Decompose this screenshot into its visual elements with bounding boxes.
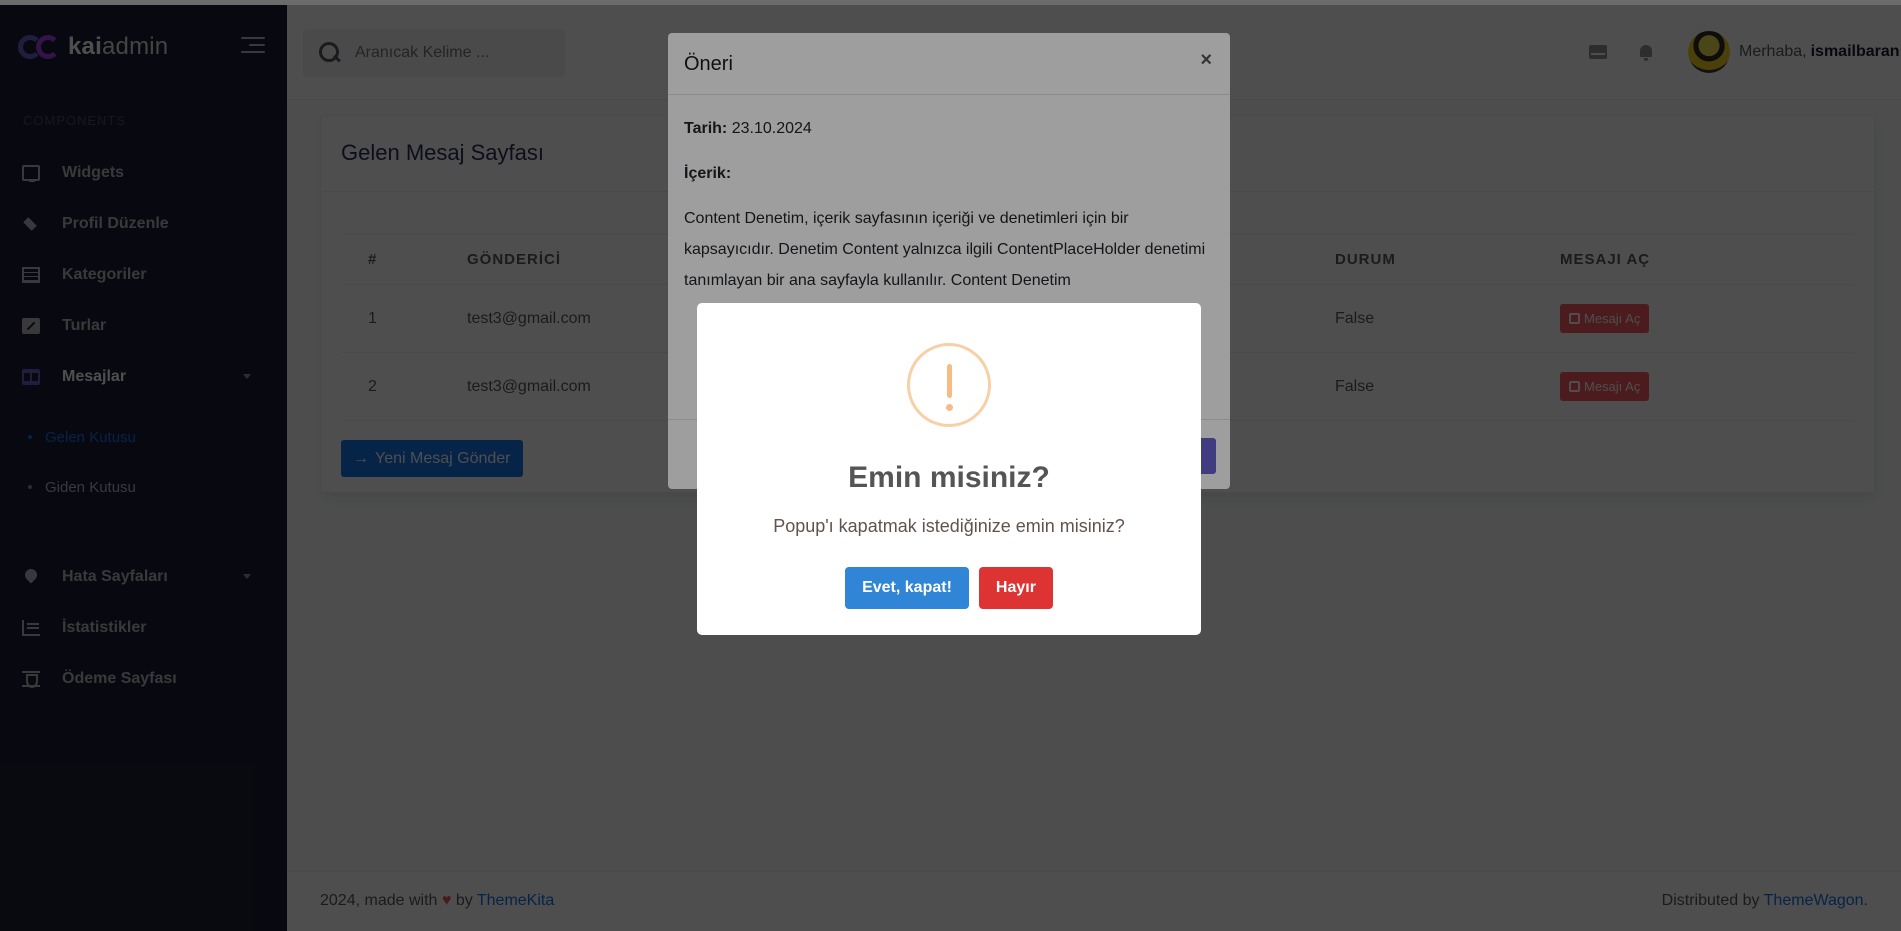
dialog-actions: Evet, kapat! Hayır — [697, 567, 1201, 609]
confirm-button[interactable]: Evet, kapat! — [845, 567, 969, 609]
dialog-text: Popup'ı kapatmak istediğinize emin misin… — [773, 516, 1125, 536]
warning-icon — [907, 343, 991, 427]
top-strip — [0, 0, 1901, 5]
dialog-title: Emin misiniz? — [848, 461, 1050, 494]
cancel-button[interactable]: Hayır — [978, 567, 1053, 609]
confirm-dialog: Emin misiniz? Popup'ı kapatmak istediğin… — [697, 303, 1201, 635]
